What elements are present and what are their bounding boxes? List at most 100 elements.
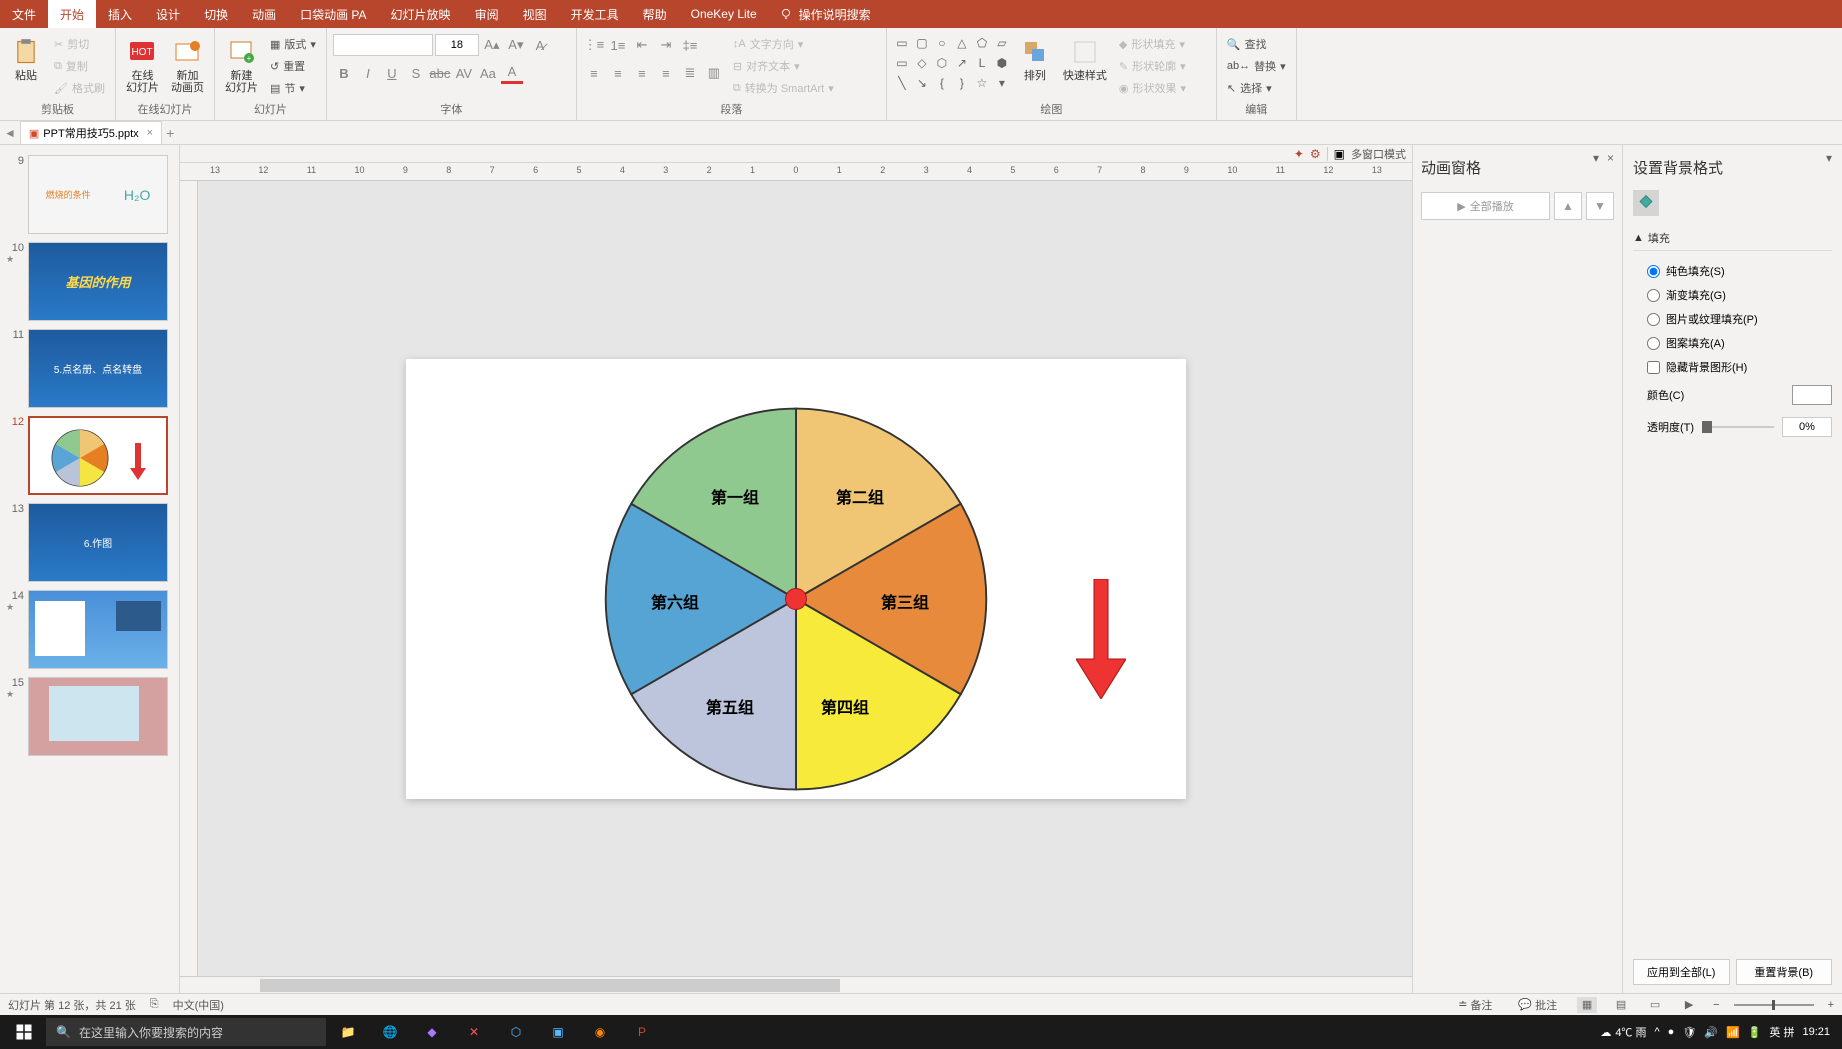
align-justify-button[interactable]: ≡ <box>655 62 677 84</box>
italic-button[interactable]: I <box>357 62 379 84</box>
tab-view[interactable]: 视图 <box>511 0 559 29</box>
underline-button[interactable]: U <box>381 62 403 84</box>
tab-pocket[interactable]: 口袋动画 PA <box>288 0 378 29</box>
tray-icon-1[interactable]: ● <box>1668 1026 1675 1038</box>
move-up-button[interactable]: ▲ <box>1554 192 1582 220</box>
tray-ime-icon[interactable]: 英 拼 <box>1769 1024 1794 1040</box>
tray-volume-icon[interactable]: 🔊 <box>1704 1026 1718 1039</box>
columns-button[interactable]: ▥ <box>703 62 725 84</box>
slide-canvas[interactable]: 第一组 第二组 第三组 第四组 第五组 第六组 <box>180 181 1412 976</box>
apply-all-button[interactable]: 应用到全部(L) <box>1633 959 1730 985</box>
document-tab[interactable]: ▣ PPT常用技巧5.pptx × <box>20 121 162 144</box>
thumb-9[interactable]: 9 燃烧的条件H₂O <box>0 151 179 238</box>
bold-button[interactable]: B <box>333 62 355 84</box>
window-icon[interactable]: ▣ <box>1334 147 1345 161</box>
tray-up-icon[interactable]: ^ <box>1655 1026 1660 1038</box>
format-painter-button[interactable]: 🖌格式刷 <box>50 78 109 98</box>
tab-review[interactable]: 审阅 <box>463 0 511 29</box>
line-spacing-button[interactable]: ‡≡ <box>679 34 701 56</box>
task-app3-icon[interactable]: ⬡ <box>496 1015 536 1049</box>
thumb-14[interactable]: 14★ <box>0 586 179 673</box>
close-pane-icon[interactable]: × <box>1607 151 1614 165</box>
add-tab-icon[interactable]: + <box>166 125 174 141</box>
group-wheel[interactable]: 第一组 第二组 第三组 第四组 第五组 第六组 <box>596 399 996 799</box>
layout-button[interactable]: ▦版式▾ <box>266 34 320 54</box>
quick-styles-button[interactable]: 快速样式 <box>1059 34 1111 84</box>
zoom-slider[interactable] <box>1734 1004 1814 1006</box>
thumb-10[interactable]: 10★ 基因的作用 <box>0 238 179 325</box>
align-text-button[interactable]: ⊟对齐文本▾ <box>729 56 838 76</box>
thumbnail-panel[interactable]: 9 燃烧的条件H₂O 10★ 基因的作用 11 5.点名册、点名转盘 12 13… <box>0 145 180 993</box>
shadow-button[interactable]: S <box>405 62 427 84</box>
language-indicator[interactable]: 中文(中国) <box>173 997 224 1013</box>
task-app2-icon[interactable]: ✕ <box>454 1015 494 1049</box>
new-anim-button[interactable]: 新加 动画页 <box>167 34 208 96</box>
tray-wifi-icon[interactable]: 📶 <box>1726 1026 1740 1039</box>
clear-format-button[interactable]: A̷ <box>529 34 551 56</box>
pattern-fill-radio[interactable]: 图案填充(A) <box>1633 331 1832 355</box>
slide[interactable]: 第一组 第二组 第三组 第四组 第五组 第六组 <box>406 359 1186 799</box>
task-ppt-icon[interactable]: P <box>622 1015 662 1049</box>
multi-window-label[interactable]: 多窗口模式 <box>1351 146 1406 162</box>
section-button[interactable]: ▤节▾ <box>266 78 320 98</box>
indent-dec-button[interactable]: ⇤ <box>631 34 653 56</box>
thumbnail[interactable]: 燃烧的条件H₂O <box>28 155 168 234</box>
tab-slideshow[interactable]: 幻灯片放映 <box>379 0 463 29</box>
fill-tab-icon[interactable] <box>1633 190 1659 216</box>
arrange-button[interactable]: 排列 <box>1015 34 1055 84</box>
tab-dev[interactable]: 开发工具 <box>559 0 631 29</box>
comments-button[interactable]: 💬 批注 <box>1512 997 1563 1013</box>
align-right-button[interactable]: ≡ <box>631 62 653 84</box>
notes-button[interactable]: ≐ 备注 <box>1452 997 1498 1013</box>
picture-fill-radio[interactable]: 图片或纹理填充(P) <box>1633 307 1832 331</box>
shape-fill-button[interactable]: ◆形状填充▾ <box>1115 34 1190 54</box>
thumb-11[interactable]: 11 5.点名册、点名转盘 <box>0 325 179 412</box>
spellcheck-icon[interactable]: ⎘ <box>150 998 159 1011</box>
gradient-fill-radio[interactable]: 渐变填充(G) <box>1633 283 1832 307</box>
tab-animation[interactable]: 动画 <box>240 0 288 29</box>
tray-icon-2[interactable]: 🛡 <box>1682 1026 1696 1039</box>
select-button[interactable]: ↖选择▾ <box>1223 78 1276 98</box>
case-button[interactable]: Aa <box>477 62 499 84</box>
thumbnail[interactable] <box>28 590 168 669</box>
align-center-button[interactable]: ≡ <box>607 62 629 84</box>
task-edge-icon[interactable]: 🌐 <box>370 1015 410 1049</box>
color-picker[interactable] <box>1792 385 1832 405</box>
slideshow-view-icon[interactable]: ▶ <box>1679 997 1699 1013</box>
sorter-view-icon[interactable]: ▤ <box>1611 997 1631 1013</box>
paste-button[interactable]: 粘贴 <box>6 34 46 84</box>
online-slide-button[interactable]: HOT 在线 幻灯片 <box>122 34 163 96</box>
thumbnail[interactable]: 基因的作用 <box>28 242 168 321</box>
thumb-13[interactable]: 13 6.作图 <box>0 499 179 586</box>
shape-outline-button[interactable]: ✎形状轮廓▾ <box>1115 56 1190 76</box>
thumbnail[interactable]: 5.点名册、点名转盘 <box>28 329 168 408</box>
reset-bg-button[interactable]: 重置背景(B) <box>1736 959 1833 985</box>
down-arrow-shape[interactable] <box>1076 579 1126 699</box>
tab-onekey[interactable]: OneKey Lite <box>679 1 769 27</box>
thumb-12[interactable]: 12 <box>0 412 179 499</box>
collapse-pane-icon[interactable]: ▾ <box>1593 151 1599 165</box>
tab-design[interactable]: 设计 <box>144 0 192 29</box>
find-button[interactable]: 🔍查找 <box>1223 34 1271 54</box>
tab-home[interactable]: 开始 <box>48 0 96 29</box>
increase-font-button[interactable]: A▴ <box>481 34 503 56</box>
numbering-button[interactable]: 1≡ <box>607 34 629 56</box>
nav-back-icon[interactable]: ◄ <box>4 126 16 140</box>
strike-button[interactable]: abc <box>429 62 451 84</box>
scrollbar-horizontal[interactable] <box>180 976 1412 993</box>
task-explorer-icon[interactable]: 📁 <box>328 1015 368 1049</box>
task-app5-icon[interactable]: ◉ <box>580 1015 620 1049</box>
distribute-button[interactable]: ≣ <box>679 62 701 84</box>
task-app1-icon[interactable]: ◆ <box>412 1015 452 1049</box>
thumbnail[interactable] <box>28 677 168 756</box>
font-color-button[interactable]: A <box>501 62 523 84</box>
weather-widget[interactable]: ☁ 4℃ 雨 <box>1600 1024 1646 1040</box>
font-family-select[interactable] <box>333 34 433 56</box>
zoom-out-icon[interactable]: − <box>1713 999 1719 1011</box>
indent-inc-button[interactable]: ⇥ <box>655 34 677 56</box>
start-button[interactable] <box>4 1015 44 1049</box>
cut-button[interactable]: ✂剪切 <box>50 34 109 54</box>
decrease-font-button[interactable]: A▾ <box>505 34 527 56</box>
text-direction-button[interactable]: ↕A文字方向▾ <box>729 34 838 54</box>
tab-file[interactable]: 文件 <box>0 0 48 29</box>
